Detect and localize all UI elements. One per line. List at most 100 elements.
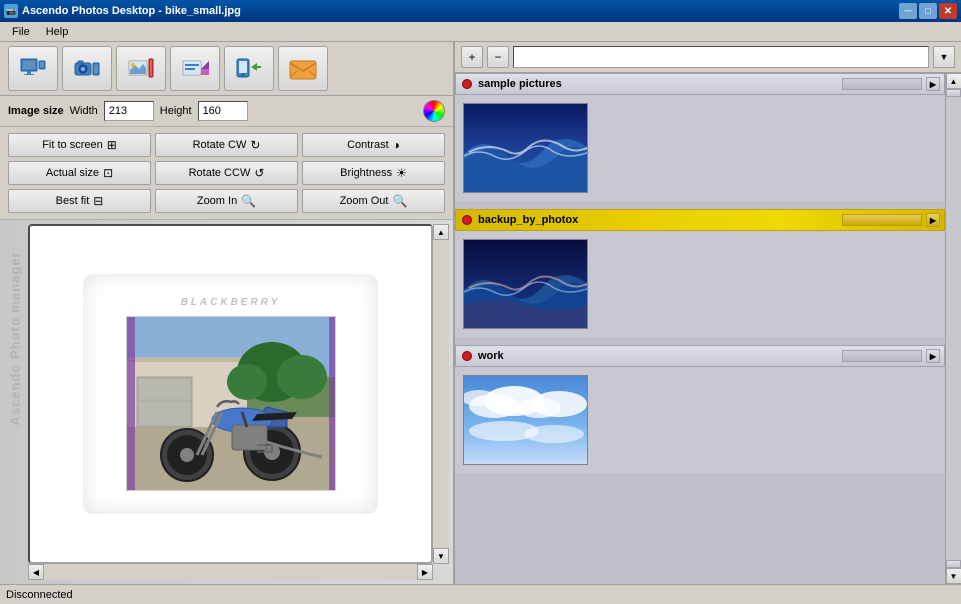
right-content: sample pictures ▶: [455, 73, 961, 584]
album-header-backup[interactable]: backup_by_photox ▶: [455, 209, 945, 231]
scroll-indicator-up: [946, 89, 961, 97]
brightness-icon: ☀: [396, 166, 407, 180]
edit-icon: [181, 55, 209, 83]
image-scrollbar-h[interactable]: ◀ ▶: [28, 564, 433, 580]
scroll-bottom-arrow[interactable]: ▼: [946, 568, 961, 584]
width-label: Width: [70, 105, 98, 117]
zoom-out-button[interactable]: Zoom Out 🔍: [302, 189, 445, 213]
zoom-out-label: Zoom Out: [340, 195, 389, 207]
minimize-button[interactable]: ─: [899, 3, 917, 19]
rotate-cw-button[interactable]: Rotate CW ↻: [155, 133, 298, 157]
rotate-ccw-icon: ↺: [254, 166, 264, 180]
contrast-label: Contrast: [347, 139, 389, 151]
transfer-icon: [235, 55, 263, 83]
menu-bar: File Help: [0, 22, 961, 42]
menu-file[interactable]: File: [4, 25, 38, 39]
contrast-button[interactable]: Contrast ◑: [302, 133, 445, 157]
contrast-icon: ◑: [393, 138, 400, 152]
rotate-ccw-label: Rotate CCW: [189, 167, 251, 179]
tool-edit[interactable]: [170, 46, 220, 91]
photo-preview: [126, 316, 336, 491]
brightness-button[interactable]: Brightness ☀: [302, 161, 445, 185]
scroll-up-arrow[interactable]: ▲: [433, 224, 449, 240]
brand-text: BLACKBERRY: [181, 297, 281, 308]
scroll-right-arrow[interactable]: ▶: [417, 564, 433, 580]
album-scrollbar-backup[interactable]: [842, 214, 922, 226]
height-label: Height: [160, 105, 192, 117]
window-title: Ascendo Photos Desktop - bike_small.jpg: [22, 5, 241, 17]
zoom-out-icon: 🔍: [392, 194, 407, 208]
album-scrollbar-work[interactable]: [842, 350, 922, 362]
scroll-left-arrow[interactable]: ◀: [28, 564, 44, 580]
controls-area: Fit to screen ⊞ Rotate CW ↻ Contrast ◑ A…: [0, 127, 453, 220]
tool-photos[interactable]: [116, 46, 166, 91]
camera-icon: [73, 55, 101, 83]
image-display-area: BLACKBERRY: [28, 224, 433, 564]
computer-icon: [19, 55, 47, 83]
menu-help[interactable]: Help: [38, 25, 77, 39]
album-header-work[interactable]: work ▶: [455, 345, 945, 367]
best-fit-label: Best fit: [56, 195, 90, 207]
app-icon: 📷: [4, 4, 18, 18]
watermark-text: Ascendo Photo manager: [8, 251, 23, 425]
window-controls: ─ □ ✕: [899, 3, 957, 19]
thumbnail-sample-1[interactable]: [463, 103, 588, 193]
rotate-cw-label: Rotate CW: [193, 139, 247, 151]
tool-computer[interactable]: [8, 46, 58, 91]
color-wheel[interactable]: [423, 100, 445, 122]
tool-transfer[interactable]: [224, 46, 274, 91]
toolbar: [0, 42, 453, 96]
album-thumbnails-work: [455, 367, 945, 473]
remove-album-button[interactable]: −: [487, 46, 509, 68]
rotate-ccw-button[interactable]: Rotate CCW ↺: [155, 161, 298, 185]
album-arrow-sample[interactable]: ▶: [926, 77, 940, 91]
zoom-in-button[interactable]: Zoom In 🔍: [155, 189, 298, 213]
actual-size-icon: ⊡: [103, 166, 113, 180]
maximize-button[interactable]: □: [919, 3, 937, 19]
zoom-in-icon: 🔍: [241, 194, 256, 208]
album-dot-sample: [462, 79, 472, 89]
zoom-in-label: Zoom In: [197, 195, 237, 207]
album-arrow-work[interactable]: ▶: [926, 349, 940, 363]
title-bar: 📷 Ascendo Photos Desktop - bike_small.jp…: [0, 0, 961, 22]
album-path-input[interactable]: [513, 46, 929, 68]
height-input[interactable]: [198, 101, 248, 121]
thumbnail-backup-1[interactable]: [463, 239, 588, 329]
photo-browser[interactable]: sample pictures ▶: [455, 73, 945, 584]
scroll-indicator-down: [946, 560, 961, 568]
add-album-button[interactable]: +: [461, 46, 483, 68]
album-thumbnails-sample: [455, 95, 945, 201]
scroll-top-arrow[interactable]: ▲: [946, 73, 961, 89]
tool-camera[interactable]: [62, 46, 112, 91]
album-group-backup: backup_by_photox ▶: [455, 209, 945, 337]
right-panel: + − ▼ sample pictures ▶: [455, 42, 961, 584]
image-size-row: Image size Width Height: [0, 96, 453, 127]
photos-icon: [127, 55, 155, 83]
scroll-down-arrow[interactable]: ▼: [433, 548, 449, 564]
best-fit-icon: ⊟: [93, 194, 103, 208]
album-dot-backup: [462, 215, 472, 225]
album-arrow-backup[interactable]: ▶: [926, 213, 940, 227]
fit-to-screen-icon: ⊞: [107, 138, 117, 152]
brightness-label: Brightness: [340, 167, 392, 179]
image-frame: BLACKBERRY: [83, 274, 378, 514]
image-scrollbar-v[interactable]: ▲ ▼: [433, 224, 449, 564]
rotate-cw-icon: ↻: [250, 138, 260, 152]
scroll-h-track: [44, 564, 417, 580]
right-toolbar: + − ▼: [455, 42, 961, 73]
thumbnail-work-1[interactable]: [463, 375, 588, 465]
width-input[interactable]: [104, 101, 154, 121]
scroll-v-track: [433, 240, 449, 548]
tool-mail[interactable]: [278, 46, 328, 91]
album-dropdown[interactable]: ▼: [933, 46, 955, 68]
album-group-sample-pictures: sample pictures ▶: [455, 73, 945, 201]
right-scrollbar[interactable]: ▲ ▼: [945, 73, 961, 584]
scroll-track-right: [946, 97, 961, 560]
close-button[interactable]: ✕: [939, 3, 957, 19]
album-header-sample-pictures[interactable]: sample pictures ▶: [455, 73, 945, 95]
album-group-work: work ▶: [455, 345, 945, 473]
main-container: Ascendo Photo manager: [0, 42, 961, 584]
status-bar: Disconnected: [0, 584, 961, 604]
album-thumbnails-backup: [455, 231, 945, 337]
album-scrollbar-sample[interactable]: [842, 78, 922, 90]
